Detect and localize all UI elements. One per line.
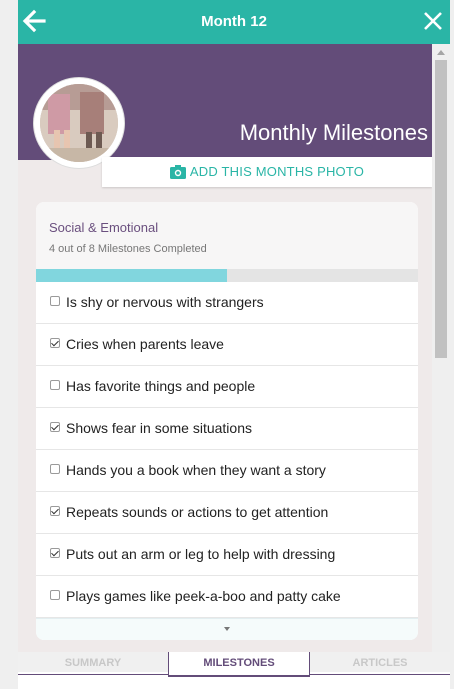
milestone-label: Shows fear in some situations	[66, 420, 252, 436]
milestone-item[interactable]: Cries when parents leave	[36, 324, 418, 366]
milestone-label: Puts out an arm or leg to help with dres…	[66, 546, 336, 562]
milestone-item[interactable]: Shows fear in some situations	[36, 408, 418, 450]
add-photo-button[interactable]: ADD THIS MONTHS PHOTO	[102, 157, 432, 187]
milestone-item[interactable]: Has favorite things and people	[36, 366, 418, 408]
scroll-up-arrow-icon[interactable]	[437, 50, 445, 55]
milestone-item[interactable]: Plays games like peek-a-boo and patty ca…	[36, 576, 418, 618]
scrollbar[interactable]	[432, 44, 450, 652]
add-photo-label: ADD THIS MONTHS PHOTO	[189, 164, 365, 179]
camera-icon	[169, 165, 186, 179]
milestone-item[interactable]: Is shy or nervous with strangers	[36, 282, 418, 324]
chevron-down-icon	[224, 627, 230, 631]
top-bar: Month 12	[18, 0, 450, 44]
tab-summary[interactable]: SUMMARY	[18, 652, 168, 672]
avatar[interactable]	[34, 78, 124, 168]
milestone-label: Has favorite things and people	[66, 378, 256, 394]
milestone-checkbox[interactable]	[50, 338, 60, 348]
progress-fill	[36, 269, 227, 282]
milestone-checkbox[interactable]	[50, 548, 60, 558]
milestone-checkbox[interactable]	[50, 380, 60, 390]
milestone-label: Repeats sounds or actions to get attenti…	[66, 504, 329, 520]
milestone-item[interactable]: Repeats sounds or actions to get attenti…	[36, 492, 418, 534]
scrollbar-thumb[interactable]	[435, 60, 447, 358]
milestone-checkbox[interactable]	[50, 296, 60, 306]
category-header: Social & Emotional 4 out of 8 Milestones…	[36, 202, 418, 282]
category-summary: 4 out of 8 Milestones Completed	[49, 243, 207, 255]
tab-articles[interactable]: ARTICLES	[310, 652, 450, 672]
progress-bar	[36, 269, 418, 282]
milestone-label: Cries when parents leave	[66, 336, 224, 352]
milestone-label: Hands you a book when they want a story	[66, 462, 326, 478]
page-title: Month 12	[201, 13, 267, 30]
milestone-item[interactable]: Hands you a book when they want a story	[36, 450, 418, 492]
show-more-bar[interactable]	[36, 618, 418, 640]
milestone-checkbox[interactable]	[50, 464, 60, 474]
milestone-checkbox[interactable]	[50, 506, 60, 516]
milestone-checkbox[interactable]	[50, 422, 60, 432]
app-window: Month 12 Monthly Milestones ADD THIS MON…	[18, 0, 450, 689]
close-icon[interactable]	[420, 8, 446, 34]
tab-milestones[interactable]: MILESTONES	[168, 652, 310, 677]
milestone-label: Plays games like peek-a-boo and patty ca…	[66, 588, 341, 604]
category-name: Social & Emotional	[49, 220, 159, 235]
milestone-card: Social & Emotional 4 out of 8 Milestones…	[36, 202, 418, 640]
milestone-checkbox[interactable]	[50, 590, 60, 600]
milestone-item[interactable]: Puts out an arm or leg to help with dres…	[36, 534, 418, 576]
milestone-label: Is shy or nervous with strangers	[66, 294, 264, 310]
milestone-list: Is shy or nervous with strangers Cries wh…	[36, 282, 418, 618]
avatar-photo	[40, 84, 118, 162]
tab-bar: SUMMARY MILESTONES ARTICLES	[18, 652, 450, 689]
hero-title: Monthly Milestones	[239, 120, 428, 145]
